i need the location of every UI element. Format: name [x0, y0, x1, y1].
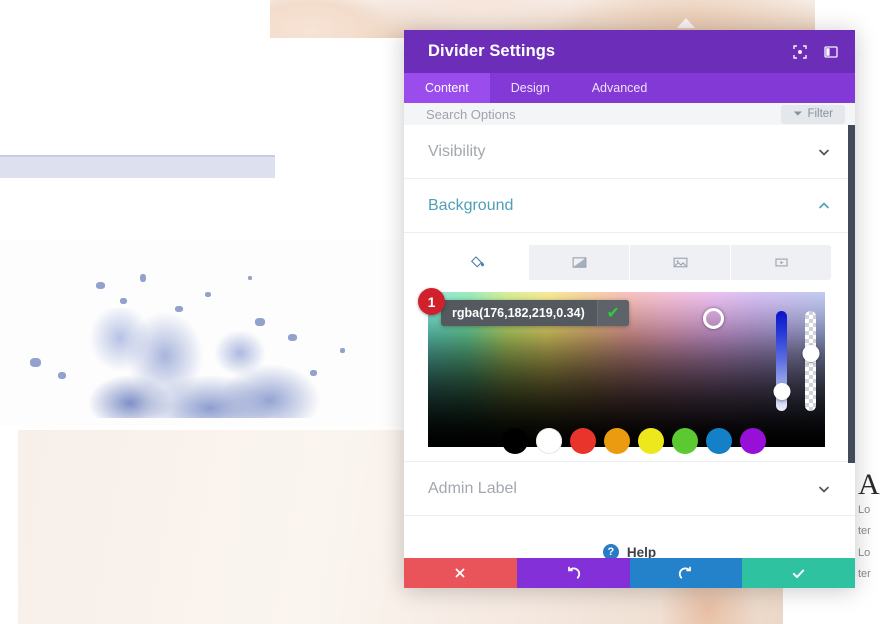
powder-photo	[0, 240, 400, 426]
swatch-black[interactable]	[502, 428, 528, 454]
color-picker: rgba(176,182,219,0.34) ✔ 1	[418, 288, 831, 454]
modal-pointer-arrow	[677, 18, 695, 28]
chevron-up-icon	[817, 199, 831, 213]
powder-speck	[255, 318, 265, 326]
modal-footer	[404, 558, 855, 588]
help-link[interactable]: Help	[627, 545, 656, 559]
section-admin-label[interactable]: Admin Label	[404, 462, 855, 516]
right-column-line: Lo	[858, 504, 871, 516]
undo-button[interactable]	[516, 558, 630, 588]
color-picker-cursor[interactable]	[703, 308, 724, 329]
redo-button[interactable]	[629, 558, 743, 588]
background-type-tabs	[428, 245, 831, 280]
help-icon[interactable]: ?	[602, 544, 619, 558]
search-options-row: Search Options ⏷ Filter	[404, 103, 855, 125]
help-row: ? Help	[404, 516, 855, 558]
divider-settings-modal: Divider Settings Content Design Advanced…	[404, 30, 855, 588]
section-background-label: Background	[428, 196, 514, 214]
right-column-heading: A	[858, 468, 880, 501]
modal-header: Divider Settings	[404, 30, 855, 73]
swatch-red[interactable]	[570, 428, 596, 454]
color-confirm-button[interactable]: ✔	[596, 300, 629, 326]
focus-icon[interactable]	[791, 43, 808, 60]
powder-speck	[140, 274, 146, 282]
tab-content[interactable]: Content	[404, 73, 490, 103]
step-badge: 1	[418, 288, 445, 315]
section-admin-label-label: Admin Label	[428, 479, 517, 497]
powder-speck	[205, 292, 211, 297]
background-image-tab[interactable]	[630, 245, 731, 280]
swatch-green[interactable]	[672, 428, 698, 454]
cancel-button[interactable]	[404, 558, 517, 588]
panel-layout-icon[interactable]	[822, 43, 839, 60]
right-column-line: ter	[858, 525, 871, 538]
powder-speck	[288, 334, 297, 341]
filter-button-label: Filter	[807, 108, 833, 120]
chevron-down-icon	[817, 145, 831, 159]
swatch-orange[interactable]	[604, 428, 630, 454]
modal-scrollbar-thumb[interactable]	[848, 125, 855, 463]
alpha-slider-knob[interactable]	[802, 345, 819, 362]
powder-speck	[96, 282, 105, 289]
background-gradient-tab[interactable]	[529, 245, 630, 280]
filter-icon: ⏷	[793, 107, 803, 120]
right-column-line: ter	[858, 568, 871, 581]
modal-header-icons	[791, 43, 839, 60]
hue-slider-knob[interactable]	[773, 383, 790, 400]
right-column-line: Lo	[858, 546, 871, 559]
search-input[interactable]: Search Options	[426, 107, 781, 122]
chevron-down-icon	[817, 482, 831, 496]
alpha-slider[interactable]	[802, 311, 819, 411]
background-video-tab[interactable]	[731, 245, 831, 280]
save-button[interactable]	[742, 558, 855, 588]
background-panel: rgba(176,182,219,0.34) ✔ 1	[404, 233, 855, 462]
swatch-purple[interactable]	[740, 428, 766, 454]
swatch-blue[interactable]	[706, 428, 732, 454]
section-visibility-label: Visibility	[428, 142, 486, 160]
tab-advanced[interactable]: Advanced	[571, 73, 669, 103]
powder-speck	[58, 372, 66, 379]
hue-slider[interactable]	[773, 311, 790, 411]
section-visibility[interactable]: Visibility	[404, 125, 855, 179]
page-title: Divider Settings	[428, 42, 556, 60]
color-value-input[interactable]: rgba(176,182,219,0.34)	[441, 306, 597, 320]
preset-swatches	[502, 428, 766, 454]
swatch-yellow[interactable]	[638, 428, 664, 454]
powder-speck	[248, 276, 252, 280]
divider-module-preview[interactable]	[0, 155, 275, 178]
section-background[interactable]: Background	[404, 179, 855, 233]
background-color-tab[interactable]	[428, 245, 529, 280]
powder-speck	[30, 358, 41, 367]
powder-mound	[60, 308, 350, 418]
modal-tab-bar: Content Design Advanced	[404, 73, 855, 103]
modal-body: Visibility Background rgba(176,182,219,0…	[404, 125, 855, 558]
powder-speck	[340, 348, 345, 353]
color-value-tooltip: rgba(176,182,219,0.34) ✔	[441, 300, 629, 326]
swatch-white[interactable]	[536, 428, 562, 454]
powder-speck	[120, 298, 127, 304]
modal-scrollbar[interactable]	[848, 125, 855, 558]
filter-button[interactable]: ⏷ Filter	[781, 104, 845, 124]
powder-speck	[175, 306, 183, 312]
powder-speck	[310, 370, 317, 376]
tab-design[interactable]: Design	[490, 73, 571, 103]
